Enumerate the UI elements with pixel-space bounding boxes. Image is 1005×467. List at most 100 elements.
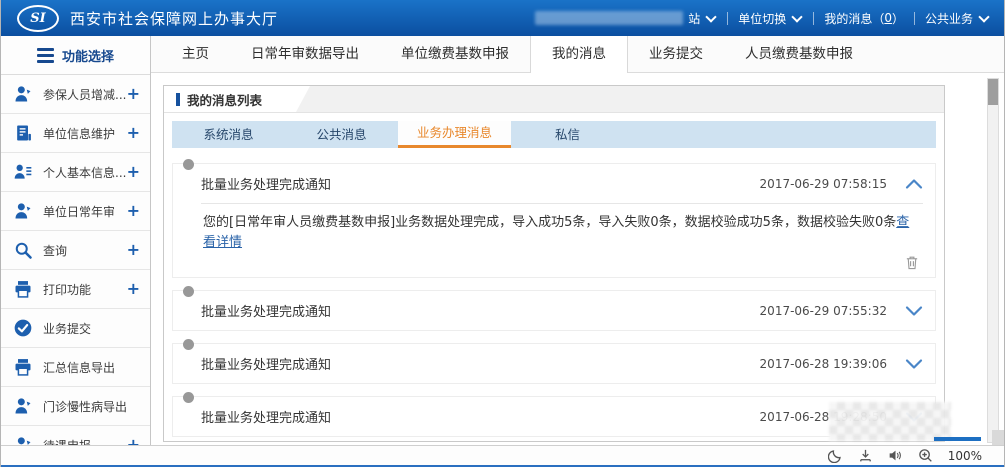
hamburger-menu-icon: [36, 47, 54, 63]
sidebar-title: 功能选择: [61, 49, 114, 65]
message-timestamp: 2017-06-29 07:58:15: [759, 176, 887, 191]
sidebar-item-label: 汇总信息导出: [43, 360, 116, 375]
app-header: SI 西安市社会保障网上办事大厅 站 单位切换 我的消息（ 0） 公共业务: [1, 0, 1004, 36]
chevron-down-icon[interactable]: [905, 358, 923, 370]
message-row[interactable]: 批量业务处理完成通知 2017-06-28 19:28:50: [172, 392, 936, 437]
chevron-up-icon[interactable]: [905, 178, 923, 190]
nav-tab[interactable]: 人员缴费基数申报: [724, 36, 874, 72]
check-circle-icon: [13, 318, 33, 338]
message-row[interactable]: 批量业务处理完成通知 2017-06-29 07:58:15 您的[日常年审人员…: [172, 159, 936, 278]
sidebar-item[interactable]: 打印功能 +: [1, 270, 150, 309]
zoom-level[interactable]: 100%: [948, 449, 982, 463]
sidebar-item[interactable]: 查询 +: [1, 231, 150, 270]
expand-plus-icon[interactable]: +: [127, 125, 140, 141]
person-list-icon: [13, 162, 33, 182]
night-mode-icon[interactable]: [827, 448, 843, 464]
chevron-down-icon: [978, 10, 990, 23]
nav-tab[interactable]: 主页: [161, 36, 230, 72]
unit-switch-menu[interactable]: 单位切换: [738, 10, 803, 27]
chevron-down-icon[interactable]: [905, 305, 923, 317]
unread-dot-icon: [183, 159, 194, 170]
speaker-icon[interactable]: [888, 448, 903, 463]
message-timestamp: 2017-06-28 19:39:06: [759, 356, 887, 371]
sidebar-item-label: 参保人员增减...: [43, 87, 127, 102]
my-messages-link[interactable]: 我的消息（ 0）: [824, 10, 904, 27]
sidebar-item[interactable]: 个人基本信息... +: [1, 153, 150, 192]
message-tabs: 系统消息 公共消息 业务办理消息 私信: [172, 121, 936, 148]
nav-tab[interactable]: 单位缴费基数申报: [380, 36, 530, 72]
sidebar-item-label: 门诊慢性病导出: [43, 399, 128, 414]
nav-tab[interactable]: 我的消息: [530, 36, 628, 73]
redacted-site-name: [535, 11, 684, 25]
sidebar-header[interactable]: 功能选择: [1, 36, 150, 75]
message-list: 批量业务处理完成通知 2017-06-29 07:58:15 您的[日常年审人员…: [164, 148, 944, 437]
message-tab[interactable]: 系统消息: [172, 121, 285, 148]
message-title: 批量业务处理完成通知: [201, 305, 332, 320]
building-icon: [13, 123, 33, 143]
sidebar-item[interactable]: 单位日常年审 +: [1, 192, 150, 231]
sidebar-items: 参保人员增减... + 单位信息维护 + 个人基本信息... + 单位日常年审 …: [1, 75, 150, 467]
zoom-in-icon[interactable]: [918, 448, 933, 463]
trash-icon[interactable]: [905, 255, 919, 270]
vertical-scrollbar[interactable]: [987, 78, 999, 443]
nav-tab[interactable]: 日常年审数据导出: [230, 36, 380, 72]
expand-plus-icon[interactable]: +: [127, 203, 140, 219]
sidebar-item[interactable]: 单位信息维护 +: [1, 114, 150, 153]
search-icon: [13, 240, 33, 260]
chevron-down-icon: [705, 10, 717, 23]
message-title: 批量业务处理完成通知: [201, 358, 332, 373]
divider: [913, 11, 915, 25]
unread-dot-icon: [183, 286, 194, 297]
sidebar-item[interactable]: 参保人员增减... +: [1, 75, 150, 114]
divider: [813, 11, 815, 25]
horizontal-scrollbar-thumb[interactable]: [934, 437, 981, 441]
unit-switch-label: 单位切换: [738, 11, 787, 26]
my-messages-label: 我的消息（: [824, 11, 885, 26]
sidebar-item-label: 查询: [43, 243, 68, 258]
message-row[interactable]: 批量业务处理完成通知 2017-06-28 19:39:06: [172, 339, 936, 384]
public-business-menu[interactable]: 公共业务: [925, 10, 990, 27]
scrollbar-thumb[interactable]: [988, 79, 998, 105]
section-title: 我的消息列表: [164, 86, 944, 112]
application-window: SI 西安市社会保障网上办事大厅 站 单位切换 我的消息（ 0） 公共业务 功能…: [0, 0, 1005, 467]
accent-bar: [176, 92, 180, 106]
message-row[interactable]: 批量业务处理完成通知 2017-06-29 07:55:32: [172, 286, 936, 331]
message-timestamp: 2017-06-29 07:55:32: [759, 303, 887, 318]
person-icon: [13, 84, 33, 104]
sidebar-item-label: 业务提交: [43, 321, 92, 336]
unread-dot-icon: [183, 392, 194, 403]
my-messages-count: 0: [884, 11, 892, 25]
my-messages-label-close: ）: [891, 11, 904, 26]
site-suffix: 站: [688, 11, 701, 26]
watermark-redacted: [829, 402, 951, 441]
download-icon[interactable]: [858, 448, 873, 463]
expand-plus-icon[interactable]: +: [127, 86, 140, 102]
nav-tab[interactable]: 业务提交: [628, 36, 724, 72]
panel-header: 我的消息列表: [164, 86, 944, 113]
message-title: 批量业务处理完成通知: [201, 178, 332, 193]
scrollbar-corner: [992, 430, 1004, 445]
message-body-text: 您的[日常年审人员缴费基数申报]业务数据处理完成，导入成功5条，导入失败0条，数…: [203, 215, 897, 230]
nav-tabs: 主页 日常年审数据导出 单位缴费基数申报 我的消息 业务提交 人员缴费基数申报: [151, 36, 1004, 73]
message-title: 批量业务处理完成通知: [201, 411, 332, 426]
sidebar-item[interactable]: 门诊慢性病导出: [1, 387, 150, 426]
content-area: 主页 日常年审数据导出 单位缴费基数申报 我的消息 业务提交 人员缴费基数申报 我的消息列…: [151, 36, 1004, 445]
section-title-text: 我的消息列表: [187, 92, 263, 108]
printer-icon: [13, 279, 33, 299]
person-icon: [13, 396, 33, 416]
sidebar-item-label: 单位信息维护: [43, 126, 116, 141]
message-tab[interactable]: 私信: [511, 121, 624, 148]
expand-plus-icon[interactable]: +: [127, 281, 140, 297]
sidebar-item[interactable]: 业务提交: [1, 309, 150, 348]
sidebar-item[interactable]: 汇总信息导出: [1, 348, 150, 387]
expand-plus-icon[interactable]: +: [127, 164, 140, 180]
site-selector[interactable]: 站: [535, 10, 717, 27]
message-tab[interactable]: 业务办理消息: [398, 121, 511, 148]
unread-dot-icon: [183, 339, 194, 350]
person-icon: [13, 201, 33, 221]
divider: [727, 11, 729, 25]
sidebar-item-label: 单位日常年审: [43, 204, 116, 219]
expand-plus-icon[interactable]: +: [127, 242, 140, 258]
message-tab[interactable]: 公共消息: [285, 121, 398, 148]
sidebar-item-label: 个人基本信息...: [43, 165, 127, 180]
